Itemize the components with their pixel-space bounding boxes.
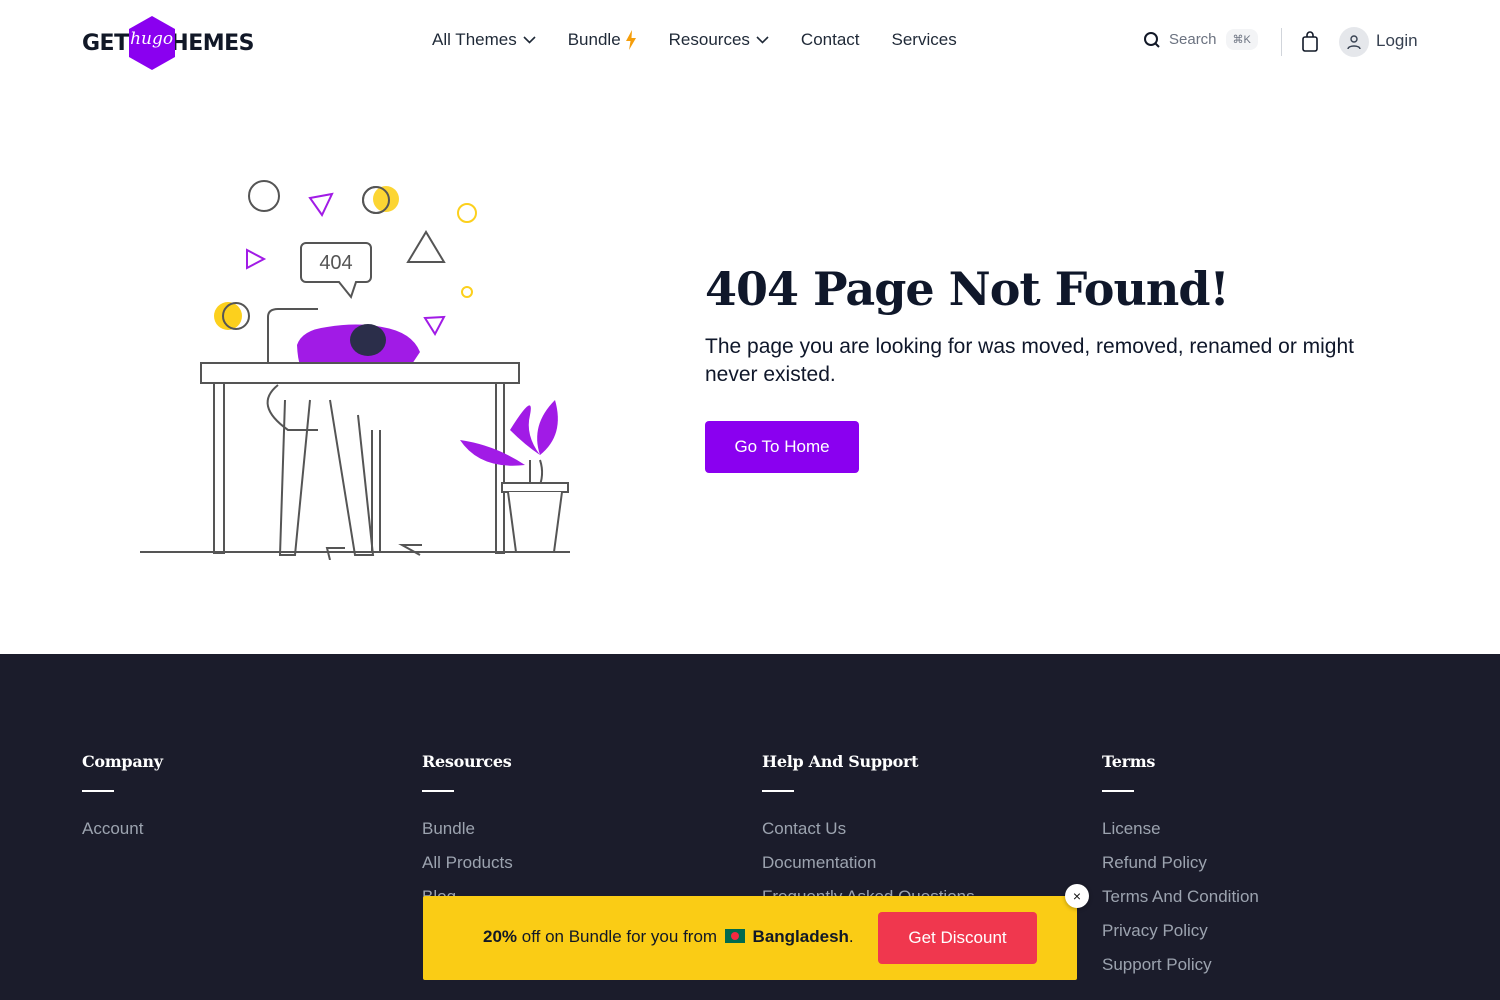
footer-link[interactable]: Support Policy (1102, 955, 1259, 989)
bangladesh-flag-icon (724, 929, 745, 943)
nav-bundle-label: Bundle (567, 30, 621, 49)
nav-contact[interactable]: Contact (801, 30, 860, 50)
nav-all-themes-label: All Themes (432, 30, 517, 49)
avatar[interactable] (1339, 27, 1369, 57)
footer-link[interactable]: Terms And Condition (1102, 887, 1259, 921)
search-icon (1144, 31, 1160, 48)
nav-bundle[interactable]: Bundle (568, 30, 637, 50)
nav-services[interactable]: Services (892, 30, 957, 50)
footer-link[interactable]: Contact Us (762, 819, 975, 853)
footer-link[interactable]: Privacy Policy (1102, 921, 1259, 955)
chevron-down-icon (523, 36, 536, 44)
footer-heading: Terms (1102, 752, 1156, 771)
site-logo[interactable]: GET hugo THEMES (82, 15, 255, 71)
error-illustration: 404 (140, 180, 570, 560)
nav-resources-label: Resources (668, 30, 750, 49)
footer-heading: Company (82, 752, 163, 771)
footer-heading-underline (1102, 790, 1134, 792)
user-icon (1347, 35, 1361, 50)
footer-link[interactable]: Refund Policy (1102, 853, 1259, 887)
nav-contact-label: Contact (800, 30, 860, 49)
bubble-404-text: 404 (319, 252, 352, 274)
page-title: 404 Page Not Found! (705, 262, 1230, 316)
get-discount-button[interactable]: Get Discount (878, 912, 1037, 964)
go-home-button[interactable]: Go To Home (705, 421, 859, 473)
logo-hexagon-icon: hugo (127, 15, 175, 71)
promo-suffix: . (848, 927, 854, 946)
footer-link[interactable]: Account (82, 819, 163, 853)
footer-heading: Help And Support (762, 752, 919, 771)
promo-discount: 20% (483, 927, 518, 946)
nav-all-themes[interactable]: All Themes (432, 30, 536, 50)
search-button[interactable]: Search ⌘K (1143, 29, 1258, 50)
promo-text: off on Bundle for you from (521, 927, 718, 946)
nav-resources[interactable]: Resources (669, 30, 769, 50)
lightning-bolt-icon (625, 30, 636, 50)
nav-services-label: Services (891, 30, 957, 49)
footer-heading: Resources (422, 752, 512, 771)
shopping-bag-icon (1302, 31, 1318, 52)
chevron-down-icon (756, 36, 769, 44)
promo-message: 20% off on Bundle for you from Banglades… (483, 927, 854, 947)
error-description: The page you are looking for was moved, … (705, 335, 1355, 386)
footer-link[interactable]: Bundle (422, 819, 513, 853)
search-shortcut-badge: ⌘K (1225, 29, 1258, 50)
promo-banner: 20% off on Bundle for you from Banglades… (423, 896, 1077, 980)
logo-text-get: GET (82, 30, 129, 56)
header-divider (1281, 28, 1282, 56)
footer-heading-underline (762, 790, 794, 792)
footer-heading-underline (422, 790, 454, 792)
login-link[interactable]: Login (1376, 31, 1418, 51)
footer-column-company: Company Account (82, 752, 163, 853)
footer-link[interactable]: Documentation (762, 853, 975, 887)
footer-heading-underline (82, 790, 114, 792)
footer-link[interactable]: License (1102, 819, 1259, 853)
cart-button[interactable] (1300, 31, 1320, 58)
close-icon[interactable]: × (1065, 884, 1089, 908)
footer-column-terms: Terms License Refund Policy Terms And Co… (1102, 752, 1259, 989)
site-header: GET hugo THEMES All Themes Bundle Resour… (0, 0, 1500, 86)
footer-link[interactable]: All Products (422, 853, 513, 887)
promo-country: Bangladesh (752, 927, 849, 946)
logo-text-hugo: hugo (130, 29, 174, 49)
main-nav: All Themes Bundle Resources Contact Serv… (432, 30, 989, 50)
search-label: Search (1169, 31, 1217, 48)
